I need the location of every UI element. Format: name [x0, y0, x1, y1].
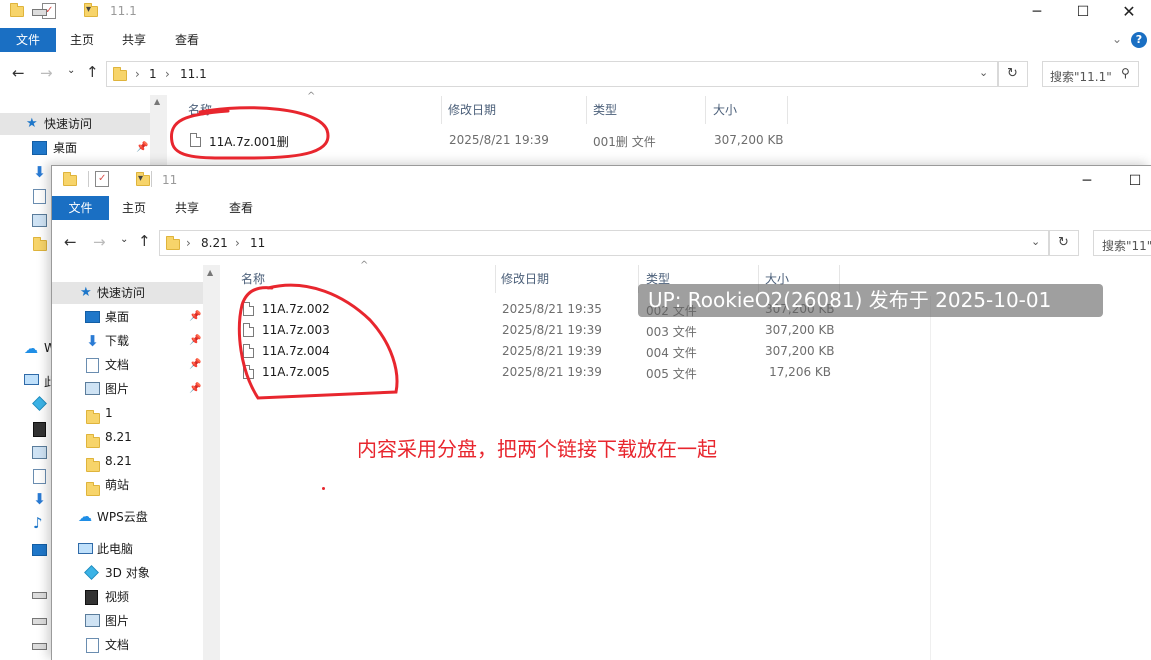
annotation-circle-front	[237, 283, 399, 400]
annotation-circle-back	[169, 106, 330, 160]
annotation-overlay	[169, 106, 399, 400]
